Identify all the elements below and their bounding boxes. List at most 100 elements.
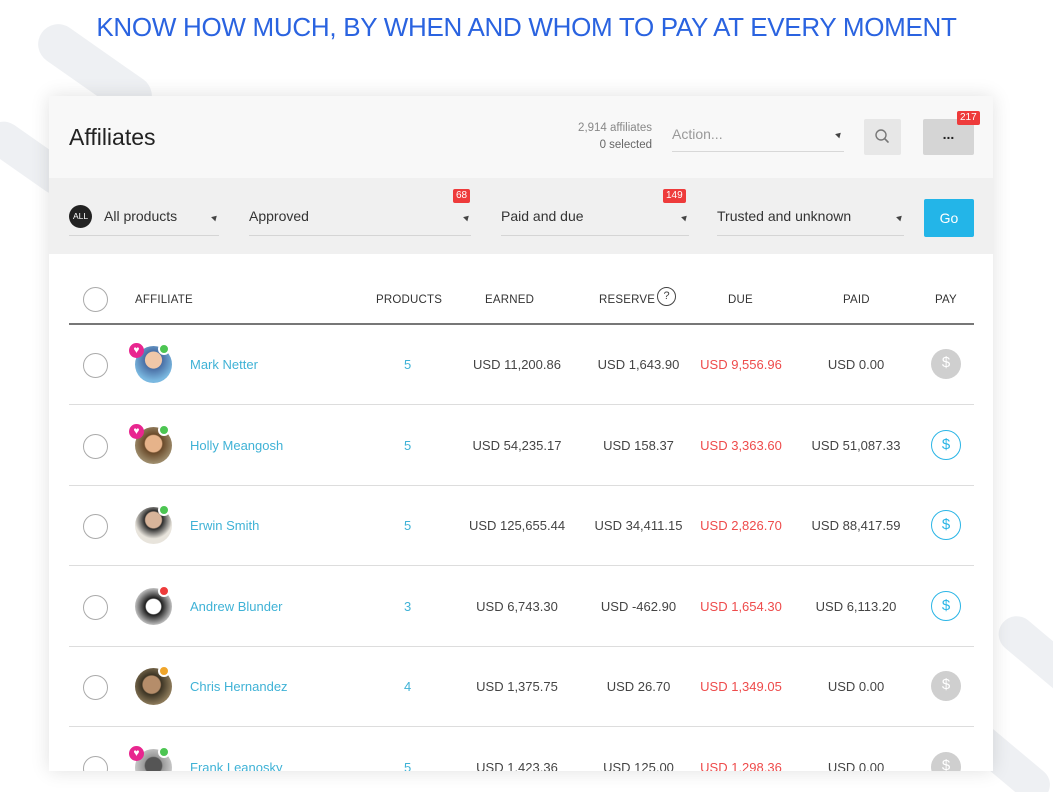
search-icon [875,129,889,143]
table-row[interactable]: ♥ Mark Netter 5 USD 11,200.86 USD 1,643.… [69,325,974,405]
filter-bar: ALL All products Approved 68 Paid and du… [49,178,993,254]
products-count-link[interactable]: 4 [404,679,411,694]
status-dot [158,504,170,516]
dollar-icon: $ [941,516,951,533]
status-dot [158,343,170,355]
status-filter-label: Approved [249,208,309,224]
affiliate-name-link[interactable]: Frank Leanosky [190,760,283,772]
due-value: USD 1,654.30 [700,598,782,614]
heart-icon: ♥ [129,343,144,358]
action-placeholder: Action... [672,126,723,142]
column-reserve[interactable]: RESERVE [599,294,655,306]
paid-value: USD 51,087.33 [811,437,901,453]
paid-value: USD 0.00 [827,759,885,772]
row-checkbox[interactable] [83,353,108,378]
top-bar: Affiliates 2,914 affiliates 0 selected A… [49,96,993,178]
table-row[interactable]: Erwin Smith 5 USD 125,655.44 USD 34,411.… [69,486,974,566]
selection-summary: 2,914 affiliates 0 selected [529,120,652,154]
go-button[interactable]: Go [924,199,974,237]
dropdown-arrow-icon [896,213,904,222]
status-dot [158,423,170,436]
trust-filter-label: Trusted and unknown [717,208,852,224]
products-count-link[interactable]: 5 [404,357,411,372]
row-checkbox[interactable] [83,755,108,771]
column-earned[interactable]: EARNED [485,294,534,306]
dollar-icon: $ [941,435,951,453]
pay-button[interactable]: $ [931,510,961,540]
row-checkbox[interactable] [83,433,108,459]
pay-button: $ [931,671,961,701]
due-value: USD 9,556.96 [700,357,782,372]
row-checkbox[interactable] [83,675,108,700]
products-count-link[interactable]: 5 [404,518,411,533]
table-row[interactable]: ♥ Frank Leanosky 5 USD 1,423.36 USD 125.… [69,728,974,772]
earned-value: USD 1,423.36 [476,759,558,772]
earned-value: USD 6,743.30 [476,598,558,614]
paid-value: USD 6,113.20 [815,598,897,614]
products-count-link[interactable]: 5 [404,438,411,453]
table-row[interactable]: Andrew Blunder 3 USD 6,743.30 USD -462.9… [69,567,974,647]
column-paid[interactable]: PAID [843,294,870,306]
products-filter-label: All products [104,208,178,224]
status-count-badge: 68 [453,189,471,203]
affiliates-count: 2,914 affiliates [578,122,652,134]
table-row[interactable]: ♥ Holly Meangosh 5 USD 54,235.17 USD 158… [69,406,974,486]
column-affiliate[interactable]: AFFILIATE [135,294,193,306]
products-filter[interactable]: ALL All products [69,198,219,236]
dropdown-arrow-icon [211,213,219,222]
payment-filter-label: Paid and due [501,208,584,224]
column-due[interactable]: DUE [728,294,753,306]
table-header: AFFILIATE PRODUCTS EARNED RESERVE ? DUE … [69,284,974,325]
row-checkbox[interactable] [83,594,108,620]
products-count-link[interactable]: 3 [404,599,411,614]
action-select[interactable]: Action... [672,124,844,152]
heart-icon: ♥ [129,423,144,439]
earned-value: USD 125,655.44 [468,518,566,533]
earned-value: USD 11,200.86 [473,357,561,372]
pay-button[interactable]: $ [931,590,961,621]
due-value: USD 1,298.36 [700,759,782,772]
status-dot [158,584,170,597]
dollar-icon: $ [941,676,951,693]
dollar-icon: $ [941,596,951,614]
affiliate-name-link[interactable]: Andrew Blunder [190,599,283,614]
dollar-icon: $ [941,756,951,772]
selected-count: 0 selected [599,139,652,151]
earned-value: USD 54,235.17 [472,437,562,453]
search-button[interactable] [864,119,901,155]
table-row[interactable]: Chris Hernandez 4 USD 1,375.75 USD 26.70… [69,647,974,727]
affiliate-name-link[interactable]: Chris Hernandez [190,679,288,694]
paid-value: USD 0.00 [827,679,885,694]
affiliate-name-link[interactable]: Erwin Smith [190,518,259,533]
column-products[interactable]: PRODUCTS [376,294,442,306]
due-value: USD 3,363.60 [700,437,782,453]
heart-icon: ♥ [129,745,144,761]
status-dot [158,745,170,758]
payment-count-badge: 149 [663,189,686,203]
affiliate-name-link[interactable]: Holly Meangosh [190,438,283,453]
notification-badge: 217 [957,111,980,125]
dropdown-arrow-icon [681,213,689,222]
dropdown-arrow-icon [835,130,843,139]
due-value: USD 2,826.70 [700,518,782,533]
products-count-link[interactable]: 5 [404,760,411,772]
affiliate-name-link[interactable]: Mark Netter [190,357,258,372]
select-all-checkbox[interactable] [83,287,108,312]
earned-value: USD 1,375.75 [476,679,558,694]
dollar-icon: $ [941,354,951,371]
help-icon[interactable]: ? [657,287,676,306]
payment-filter[interactable]: Paid and due [501,198,689,236]
pay-button: $ [931,751,961,772]
affiliates-panel: Affiliates 2,914 affiliates 0 selected A… [49,96,993,771]
dropdown-arrow-icon [463,213,471,222]
due-value: USD 1,349.05 [700,679,782,694]
row-checkbox[interactable] [83,514,108,539]
column-pay: PAY [935,294,957,306]
pay-button: $ [931,349,961,379]
headline: KNOW HOW MUCH, BY WHEN AND WHOM TO PAY A… [96,12,957,42]
status-filter[interactable]: Approved [249,198,471,236]
pay-button[interactable]: $ [931,429,961,460]
trust-filter[interactable]: Trusted and unknown [717,198,904,236]
background-decoration [991,608,1053,708]
more-dots-icon: ... [942,126,955,142]
